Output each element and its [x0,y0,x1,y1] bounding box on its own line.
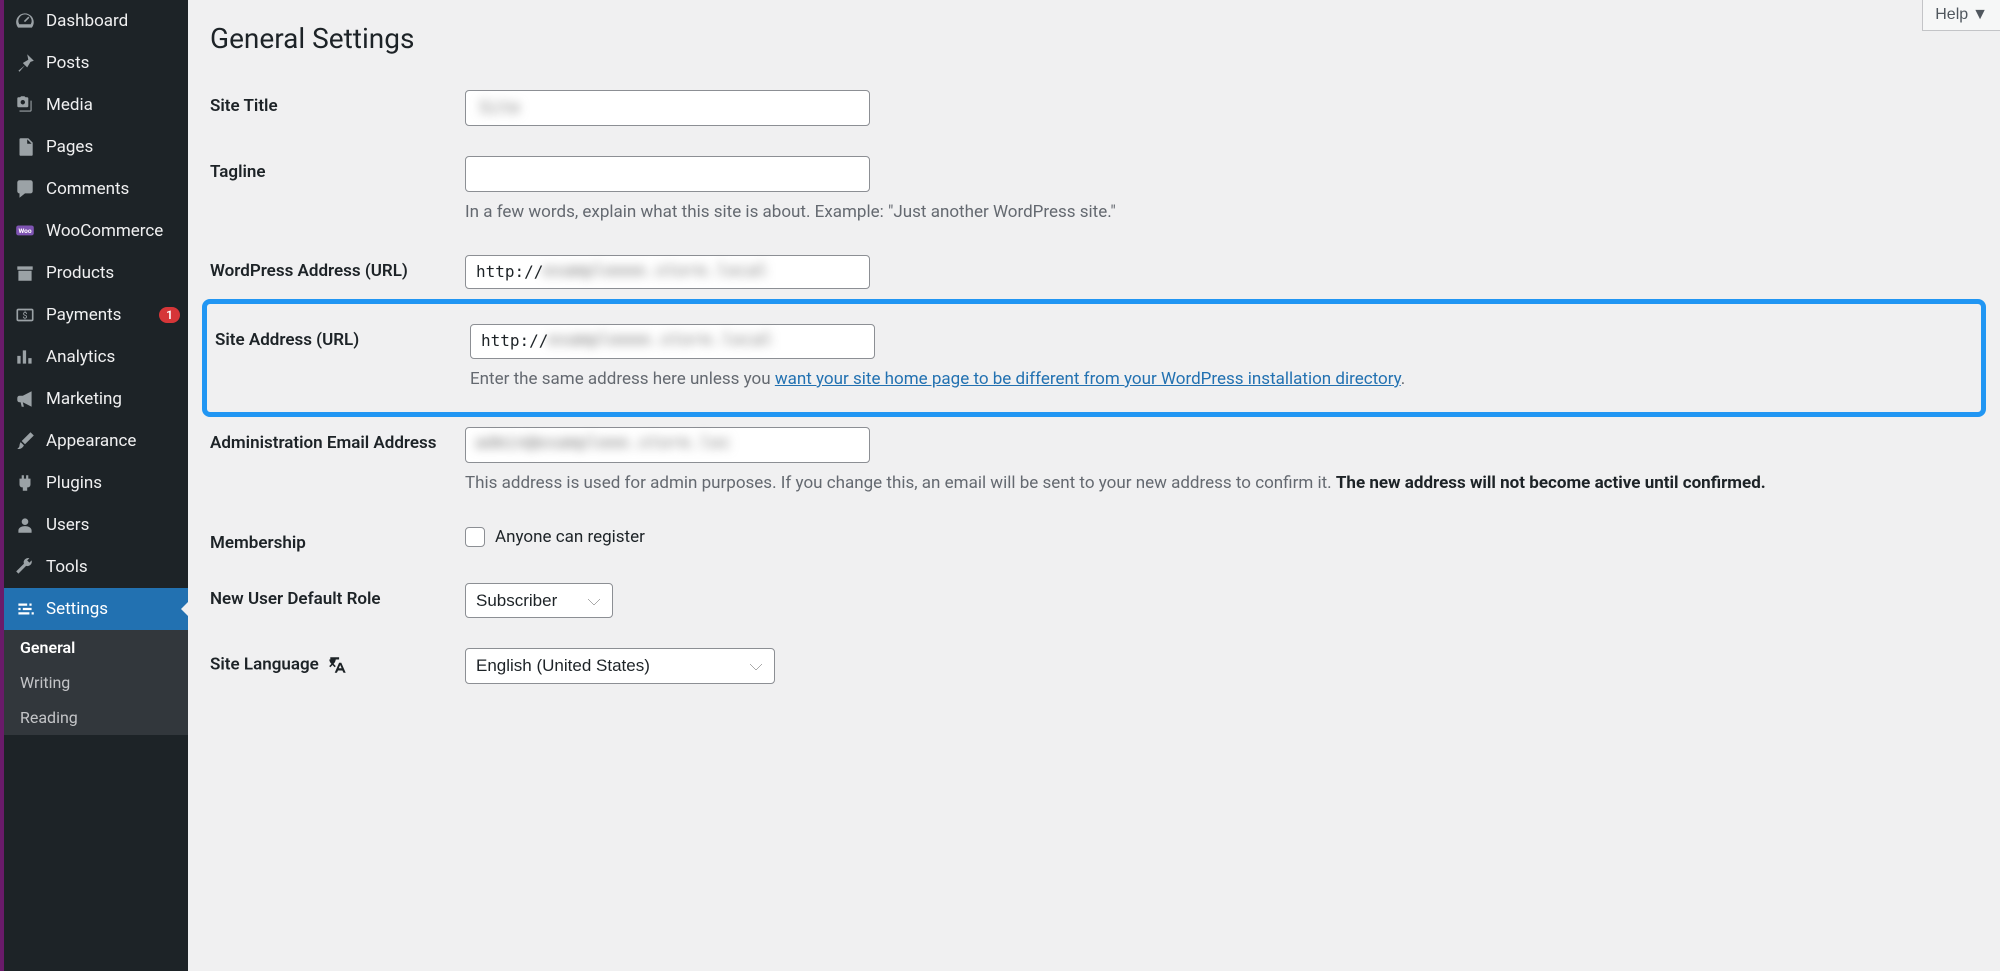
user-icon [14,514,36,536]
admin-email-description: This address is used for admin purposes.… [465,471,1978,497]
label-membership: Membership [210,527,465,553]
site-address-input[interactable] [470,324,875,358]
sidebar-label: Plugins [46,473,180,493]
row-site-language: Site Language English (United States) [210,633,1978,699]
chevron-down-icon: ▼ [1972,6,1988,24]
sidebar-sub-general[interactable]: General [4,630,188,665]
payments-icon: $ [14,304,36,326]
row-membership: Membership Anyone can register [210,512,1978,568]
sidebar-item-tools[interactable]: Tools [4,546,188,588]
row-tagline: Tagline In a few words, explain what thi… [210,141,1978,240]
brush-icon [14,430,36,452]
sidebar-item-settings[interactable]: Settings [4,588,188,630]
page-icon [14,136,36,158]
sidebar-item-analytics[interactable]: Analytics [4,336,188,378]
sidebar-label: Settings [46,599,180,619]
svg-text:Woo: Woo [18,227,31,235]
label-site-title: Site Title [210,90,465,116]
svg-text:$: $ [23,310,28,321]
sidebar-item-users[interactable]: Users [4,504,188,546]
membership-option-label: Anyone can register [495,527,645,547]
dashboard-icon [14,10,36,32]
sidebar-item-media[interactable]: Media [4,84,188,126]
label-admin-email: Administration Email Address [210,427,465,453]
membership-option[interactable]: Anyone can register [465,527,1978,547]
sidebar-item-pages[interactable]: Pages [4,126,188,168]
plug-icon [14,472,36,494]
payments-badge: 1 [159,307,180,323]
sidebar-label: Pages [46,137,180,157]
media-icon [14,94,36,116]
admin-sidebar: Dashboard Posts Media Pages Comments Woo… [0,0,188,971]
sidebar-label: Users [46,515,180,535]
translate-icon [327,654,349,676]
site-address-link[interactable]: want your site home page to be different… [775,369,1401,389]
sidebar-sub-reading[interactable]: Reading [4,700,188,735]
sidebar-label: Marketing [46,389,180,409]
label-tagline: Tagline [210,156,465,182]
row-site-address: Site Address (URL) exampleeee.store.loca… [207,314,1981,402]
sidebar-item-woocommerce[interactable]: Woo WooCommerce [4,210,188,252]
sidebar-item-payments[interactable]: $ Payments 1 [4,294,188,336]
row-wp-address: WordPress Address (URL) exampleeee.store… [210,240,1978,304]
sidebar-label: General [20,638,180,657]
sidebar-label: Products [46,263,180,283]
row-admin-email: Administration Email Address admin@examp… [210,412,1978,511]
help-label: Help [1935,6,1968,24]
comment-icon [14,178,36,200]
tagline-description: In a few words, explain what this site i… [465,200,1978,226]
site-title-input[interactable] [465,90,870,126]
membership-checkbox[interactable] [465,527,485,547]
sliders-icon [14,598,36,620]
label-site-language: Site Language [210,648,465,676]
sidebar-label: Appearance [46,431,180,451]
pin-icon [14,52,36,74]
sidebar-sub-writing[interactable]: Writing [4,665,188,700]
megaphone-icon [14,388,36,410]
woocommerce-icon: Woo [14,220,36,242]
tagline-input[interactable] [465,156,870,192]
sidebar-label: Payments [46,305,153,325]
chart-icon [14,346,36,368]
sidebar-label: WooCommerce [46,221,180,241]
sidebar-label: Writing [20,673,180,692]
sidebar-label: Reading [20,708,180,727]
wrench-icon [14,556,36,578]
site-address-description: Enter the same address here unless you w… [470,367,1973,393]
row-default-role: New User Default Role Subscriber [210,568,1978,634]
row-site-title: Site Title Site [210,75,1978,141]
label-default-role: New User Default Role [210,583,465,609]
page-title: General Settings [210,12,1978,75]
help-button[interactable]: Help ▼ [1922,0,2000,31]
sidebar-item-plugins[interactable]: Plugins [4,462,188,504]
sidebar-label: Tools [46,557,180,577]
sidebar-label: Posts [46,53,180,73]
wp-address-input[interactable] [465,255,870,289]
admin-email-input[interactable] [465,427,870,463]
sidebar-item-products[interactable]: Products [4,252,188,294]
site-language-select[interactable]: English (United States) [465,648,775,684]
label-site-address: Site Address (URL) [215,324,470,350]
sidebar-item-appearance[interactable]: Appearance [4,420,188,462]
archive-icon [14,262,36,284]
default-role-select[interactable]: Subscriber [465,583,613,619]
sidebar-item-marketing[interactable]: Marketing [4,378,188,420]
sidebar-item-comments[interactable]: Comments [4,168,188,210]
sidebar-label: Analytics [46,347,180,367]
label-wp-address: WordPress Address (URL) [210,255,465,281]
sidebar-label: Media [46,95,180,115]
site-address-highlight: Site Address (URL) exampleeee.store.loca… [202,299,1986,417]
main-content: Help ▼ General Settings Site Title Site … [188,0,2000,971]
sidebar-label: Comments [46,179,180,199]
sidebar-label: Dashboard [46,11,180,31]
sidebar-item-dashboard[interactable]: Dashboard [4,0,188,42]
sidebar-item-posts[interactable]: Posts [4,42,188,84]
